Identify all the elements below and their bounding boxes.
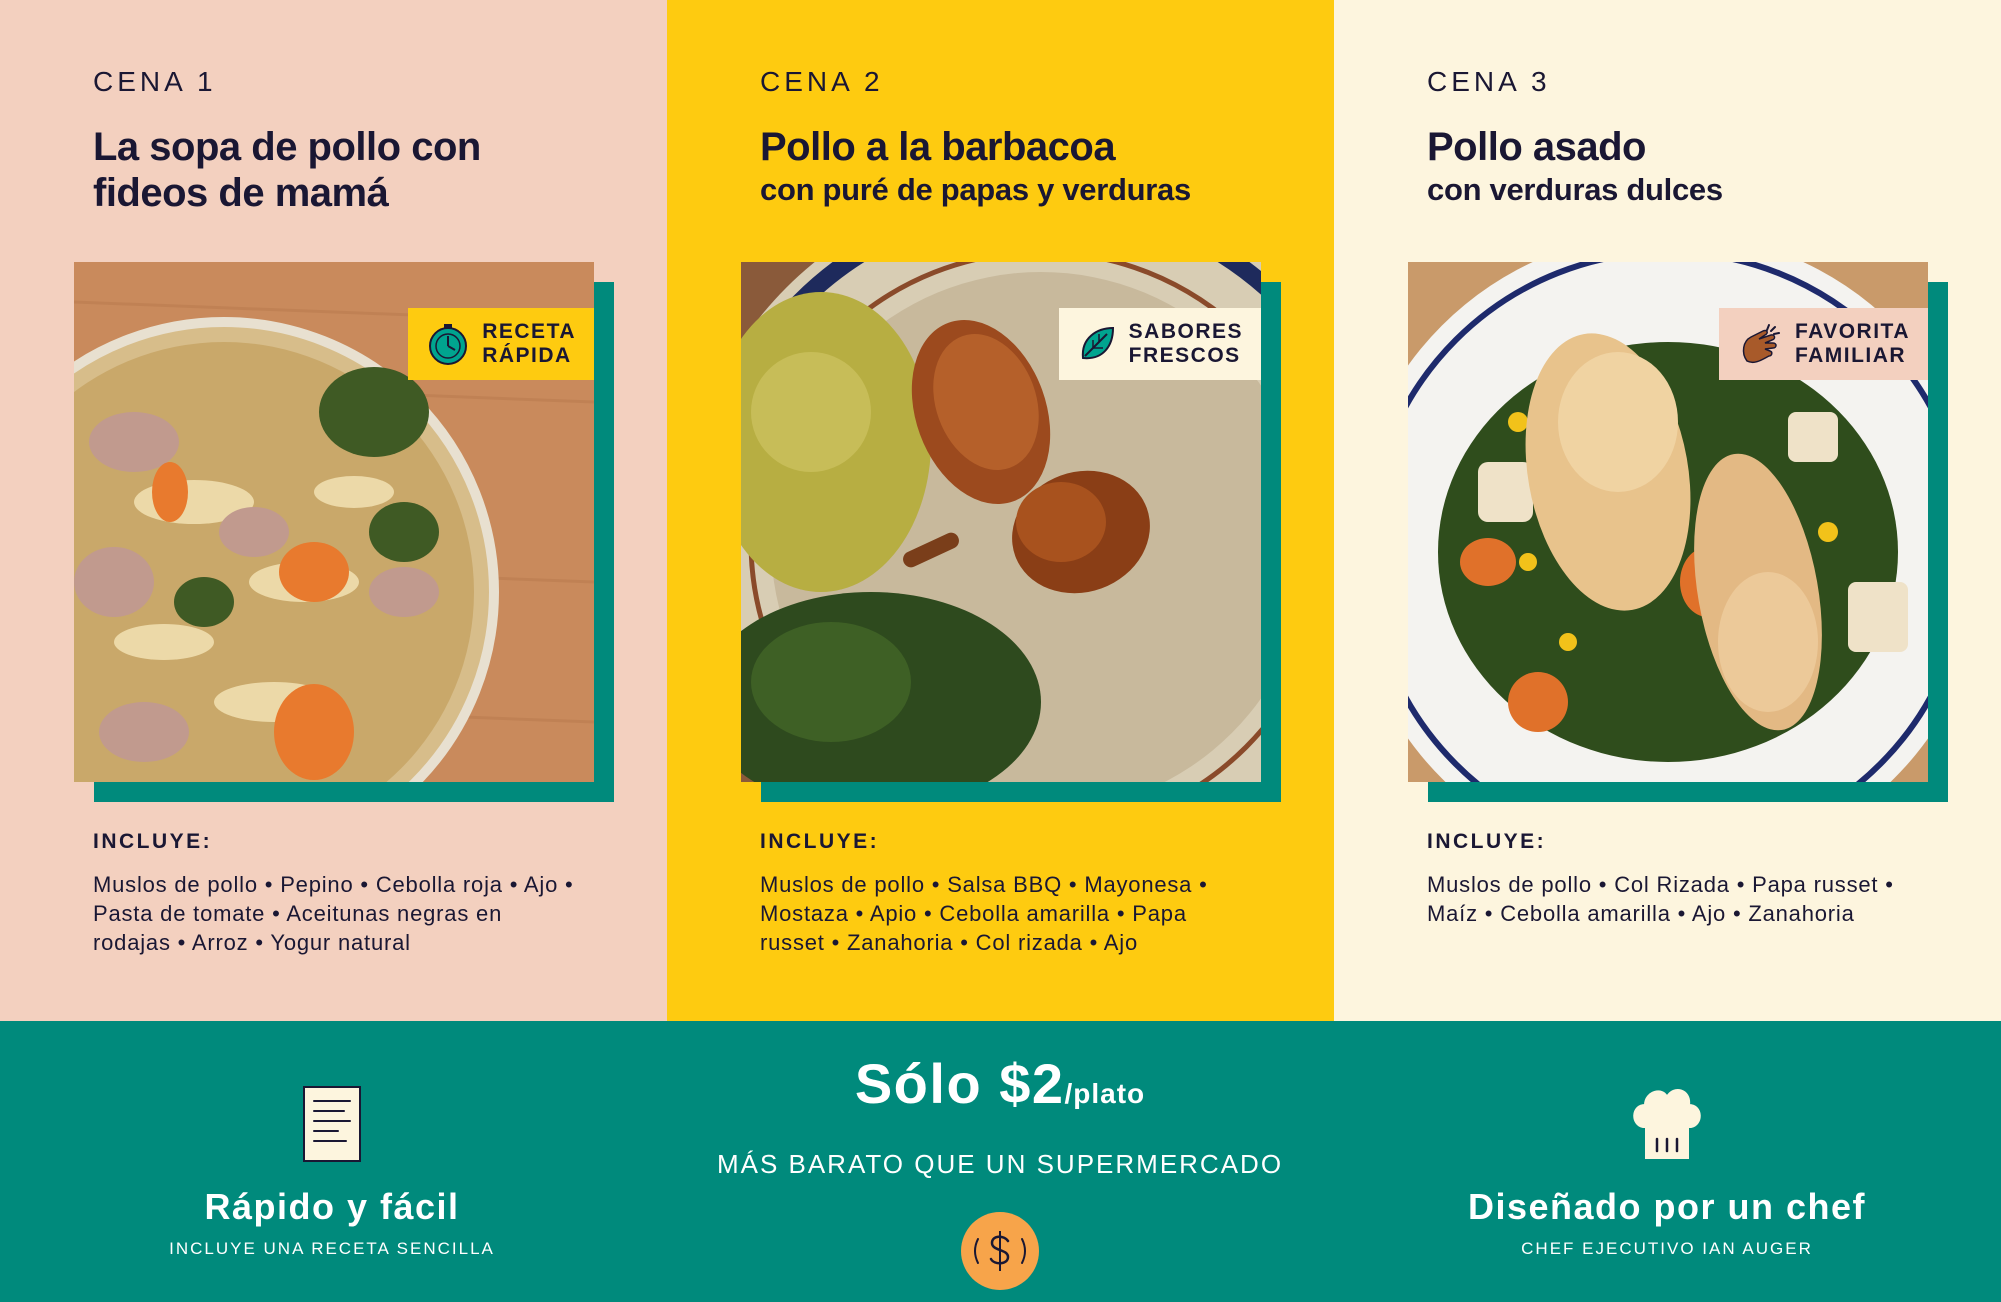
clapping-hands-icon: [1737, 321, 1783, 367]
benefit-subtitle: INCLUYE UNA RECETA SENCILLA: [169, 1239, 495, 1258]
meal-photo-frame: FAVORITA FAMILIAR: [1408, 262, 1948, 802]
meal-number: CENA 2: [760, 66, 884, 97]
meal-photo-soup[interactable]: RECETA RÁPIDA: [74, 262, 594, 782]
benefit-subtitle: CHEF EJECUTIVO IAN AUGER: [1521, 1239, 1813, 1258]
coin-icon: [960, 1211, 1040, 1291]
chef-hat-icon: [1367, 1083, 1967, 1165]
includes-label: INCLUYE:: [93, 830, 213, 853]
price-line: Sólo $2/plato: [600, 1051, 1400, 1116]
meal-title: Pollo a la barbacoa: [760, 125, 1116, 169]
meal-title: Pollo asado: [1427, 125, 1647, 169]
badge-label: FAVORITA FAMILIAR: [1794, 320, 1910, 367]
price-value: Sólo $2: [854, 1052, 1065, 1115]
fresh-flavors-badge: SABORES FRESCOS: [1058, 308, 1261, 380]
benefits-footer: Rápido y fácil INCLUYE UNA RECETA SENCIL…: [0, 1021, 2001, 1302]
meal-subtitle: con verduras dulces: [1427, 172, 1723, 207]
meal-subtitle: con puré de papas y verduras: [760, 172, 1191, 207]
quick-recipe-badge: RECETA RÁPIDA: [408, 308, 594, 380]
meal-card-1[interactable]: CENA 1 La sopa de pollo con fideos de ma…: [0, 0, 667, 1021]
meal-plan-page: CENA 1 La sopa de pollo con fideos de ma…: [0, 0, 2001, 1302]
price-unit: /plato: [1064, 1078, 1146, 1109]
stopwatch-icon: [426, 322, 470, 366]
includes-label: INCLUYE:: [760, 830, 880, 853]
recipe-card-icon: [32, 1083, 632, 1165]
includes-label: INCLUYE:: [1427, 830, 1547, 853]
meal-photo-roast-chicken[interactable]: FAVORITA FAMILIAR: [1408, 262, 1928, 782]
meal-photo-bbq-chicken[interactable]: SABORES FRESCOS: [741, 262, 1261, 782]
meal-card-3[interactable]: CENA 3 Pollo asado con verduras dulces F…: [1334, 0, 2001, 1021]
benefit-title: Rápido y fácil: [204, 1186, 460, 1227]
meal-title: La sopa de pollo con fideos de mamá: [93, 125, 481, 215]
meal-number: CENA 1: [93, 66, 217, 97]
family-favorite-badge: FAVORITA FAMILIAR: [1718, 308, 1928, 380]
badge-label: RECETA RÁPIDA: [482, 320, 576, 367]
benefit-title: Diseñado por un chef: [1467, 1186, 1867, 1227]
price-block: Sólo $2/plato MÁS BARATO QUE UN SUPERMER…: [600, 1051, 1400, 1290]
meal-photo-frame: SABORES FRESCOS: [741, 262, 1281, 802]
meal-photo-frame: RECETA RÁPIDA: [74, 262, 614, 802]
ingredients-list: Muslos de pollo • Salsa BBQ • Mayonesa •…: [760, 872, 1208, 955]
badge-label: SABORES FRESCOS: [1128, 320, 1243, 367]
ingredients-list: Muslos de pollo • Col Rizada • Papa russ…: [1427, 872, 1894, 926]
meal-card-2[interactable]: CENA 2 Pollo a la barbacoa con puré de p…: [667, 0, 1334, 1021]
price-subtitle: MÁS BARATO QUE UN SUPERMERCADO: [716, 1149, 1284, 1179]
meal-number: CENA 3: [1427, 66, 1551, 97]
ingredients-list: Muslos de pollo • Pepino • Cebolla roja …: [93, 872, 574, 955]
leaf-icon: [1077, 324, 1117, 364]
